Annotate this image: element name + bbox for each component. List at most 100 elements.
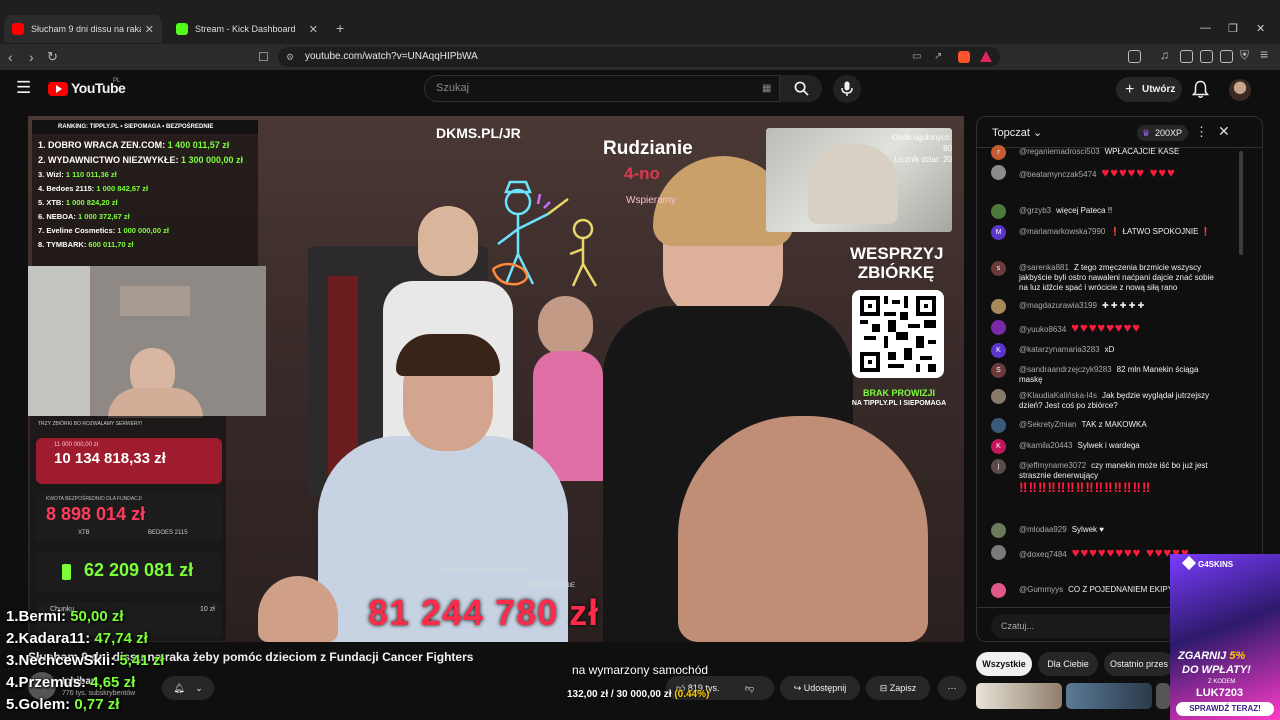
chat-scrollbar[interactable] [1239, 151, 1243, 255]
chat-author[interactable]: @doxeq7484 [1019, 550, 1067, 559]
donor-name: 5.Golem: [6, 696, 75, 713]
chip-recent[interactable]: Ostatnio przes [1104, 652, 1174, 676]
extensions-icon[interactable] [1220, 50, 1233, 63]
chat-message: @SekretyZmian TAK z MAKOWKA [1019, 420, 1219, 430]
chat-author-avatar[interactable] [991, 320, 1006, 335]
subscribed-button[interactable]: 🔔︎ ⌄ [162, 676, 214, 700]
menu-icon[interactable]: ≡ [1260, 46, 1268, 62]
recommended-thumbnail[interactable] [976, 683, 1062, 709]
url-text: youtube.com/watch?v=UNAqqHIPbWA [305, 51, 478, 62]
forward-icon[interactable]: › [29, 48, 34, 66]
recommended-thumbnail[interactable] [1066, 683, 1152, 709]
ranking-list: 1. DOBRO WRACA ZEN.COM: 1 400 011,57 zł 2… [32, 134, 258, 252]
chat-author-avatar[interactable]: s [991, 261, 1006, 276]
chip-all[interactable]: Wszystkie [976, 652, 1032, 676]
chat-message: @mlodaa929 Sylwek ♥ [1019, 525, 1219, 535]
chat-author[interactable]: @SekretyZmian [1019, 420, 1076, 429]
dislike-button[interactable]: 👎︎ [745, 676, 754, 700]
chat-more-icon[interactable]: ⋮ [1195, 124, 1208, 140]
chat-author-avatar[interactable] [991, 204, 1006, 219]
bell-icon: 🔔︎ [173, 683, 185, 693]
more-actions-button[interactable]: ⋯ [938, 676, 966, 700]
sidebar-icon[interactable] [1128, 50, 1141, 63]
points-badge[interactable]: ♛ 200XP [1137, 125, 1189, 141]
chat-author[interactable]: @jeffmyname3072 [1019, 461, 1086, 470]
notifications-bell-icon[interactable] [1192, 80, 1209, 99]
voice-search-button[interactable] [833, 75, 861, 103]
cast-icon[interactable]: ▭ [912, 47, 921, 67]
search-placeholder: Szukaj [436, 82, 470, 94]
save-button[interactable]: ⊟ Zapisz [866, 676, 930, 700]
minimize-icon[interactable]: — [1200, 22, 1211, 34]
kwota-label: KWOTA BEZPOŚREDNIO DLA FUNDACJI [46, 496, 142, 502]
chat-author-avatar[interactable] [991, 165, 1006, 180]
brave-shield-icon[interactable] [958, 51, 970, 63]
person-head-girl [538, 296, 593, 356]
chat-author-avatar[interactable] [991, 523, 1006, 538]
back-icon[interactable]: ‹ [8, 48, 13, 66]
chat-author[interactable]: @mariamarkowska7990 [1019, 227, 1105, 236]
ranking-label: 5. XTB: [38, 198, 66, 207]
site-info-icon[interactable]: ⚙ [286, 47, 294, 67]
ranking-item: 7. Eveline Cosmetics: 1 000 000,00 zł [38, 224, 258, 238]
chat-author-avatar[interactable] [991, 583, 1006, 598]
chat-text: ✚ ✚ ✚ ✚ ✚ [1101, 301, 1145, 310]
chip-for-you[interactable]: Dla Ciebie [1038, 652, 1098, 676]
chat-author[interactable]: @Gummyys [1019, 585, 1063, 594]
search-button[interactable] [780, 75, 822, 102]
create-button[interactable]: + Utwórz [1116, 77, 1182, 102]
chat-author-avatar[interactable]: r [991, 145, 1006, 160]
tab-kick[interactable]: Stream - Kick Dashboard ✕ [168, 15, 326, 43]
g4skins-ad[interactable]: G4SKINS ZGARNIJ 5% DO WPŁATY! Z KODEM LU… [1170, 554, 1280, 720]
keyboard-icon[interactable]: ▦ [762, 76, 771, 101]
chat-author-avatar[interactable]: j [991, 459, 1006, 474]
chat-author[interactable]: @sarenka881 [1019, 263, 1069, 272]
brave-rewards-icon[interactable] [980, 51, 992, 62]
ranking-value: 1 000 824,20 zł [65, 198, 118, 207]
search-input[interactable]: Szukaj ▦ [424, 75, 780, 102]
reading-list-icon[interactable] [1180, 50, 1193, 63]
close-tab-icon[interactable]: ✕ [309, 23, 318, 36]
vpn-shield-icon[interactable]: ⛨ [1240, 48, 1249, 63]
top-donor-item: 5.Golem: 0,77 zł [6, 696, 119, 713]
music-icon[interactable]: ♫ [1160, 48, 1169, 62]
chat-mode-dropdown[interactable]: Topczat ⌄ [992, 126, 1042, 139]
chat-author[interactable]: @kamila20443 [1019, 441, 1072, 450]
tab-youtube[interactable]: Słucham 9 dni dissu na raka ż ✕ [4, 15, 162, 43]
chat-author[interactable]: @mlodaa929 [1019, 525, 1067, 534]
chat-author-avatar[interactable] [991, 389, 1006, 404]
url-field[interactable]: ⚙ youtube.com/watch?v=UNAqqHIPbWA ▭ ↗ [278, 47, 1000, 67]
chat-author-avatar[interactable]: M [991, 225, 1006, 240]
account-avatar[interactable] [1229, 79, 1251, 101]
chat-author[interactable]: @katarzynamaria3283 [1019, 345, 1100, 354]
reload-icon[interactable]: ↻ [47, 48, 58, 66]
new-tab-icon[interactable]: + [336, 20, 344, 36]
share-button[interactable]: ↪ Udostępnij [780, 676, 860, 700]
chat-author-avatar[interactable] [991, 545, 1006, 560]
chat-author-avatar[interactable]: S [991, 363, 1006, 378]
hamburger-menu-icon[interactable]: ☰ [16, 78, 31, 98]
wallet-icon[interactable] [1200, 50, 1213, 63]
close-window-icon[interactable]: ✕ [1256, 22, 1265, 35]
recommended-thumbnail[interactable] [1156, 683, 1170, 709]
chat-author-avatar[interactable]: K [991, 439, 1006, 454]
chat-author[interactable]: @yuuko8634 [1019, 325, 1066, 334]
chat-author-avatar[interactable] [991, 418, 1006, 433]
ad-cta-button[interactable]: SPRAWDŹ TERAZ! [1176, 702, 1274, 716]
chat-author[interactable]: @sandraandrzejczyk9283 [1019, 365, 1112, 374]
chat-author[interactable]: @grzyb3 [1019, 206, 1051, 215]
video-player[interactable]: RANKING: TIPPLY.PL • SIEPOMAGA • BEZPOŚR… [28, 116, 964, 642]
chat-author[interactable]: @magdazurawia3199 [1019, 301, 1097, 310]
maximize-icon[interactable]: ❐ [1228, 22, 1238, 35]
share-icon[interactable]: ↗ [934, 47, 942, 67]
chat-author[interactable]: @KlaudiaKalińska-l4s [1019, 391, 1097, 400]
chat-author[interactable]: @beatamynczak5474 [1019, 170, 1097, 179]
microphone-icon [841, 81, 853, 96]
chat-author-avatar[interactable]: K [991, 343, 1006, 358]
chat-author-avatar[interactable] [991, 299, 1006, 314]
chat-author[interactable]: @reganiemadrosci503 [1019, 147, 1100, 156]
bookmark-icon[interactable]: ☐ [258, 48, 269, 66]
close-tab-icon[interactable]: ✕ [145, 23, 154, 36]
chat-close-icon[interactable]: ✕ [1218, 123, 1230, 140]
tab-title: Słucham 9 dni dissu na raka ż [31, 24, 141, 34]
